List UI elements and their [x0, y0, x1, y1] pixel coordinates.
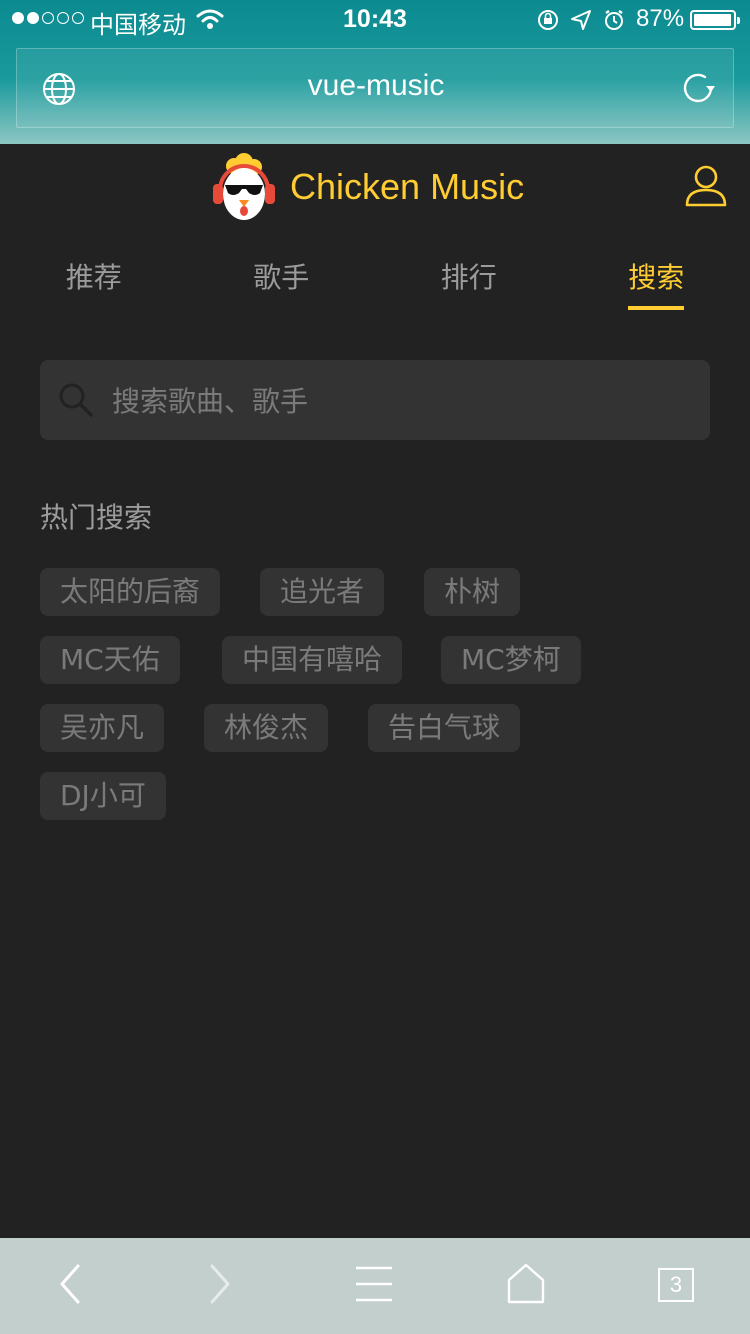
url-text[interactable]: vue-music — [17, 69, 735, 103]
battery-percentage: 87% — [636, 5, 685, 32]
tab-label: 歌手 — [253, 261, 310, 294]
hot-search-tag[interactable]: 告白气球 — [368, 704, 521, 752]
battery-icon — [690, 10, 740, 30]
tab-recommend[interactable]: 推荐 — [0, 256, 188, 316]
tab-bar: 推荐 歌手 排行 搜索 — [0, 256, 750, 316]
status-bar: 中国移动 10:43 87% — [0, 0, 750, 40]
hot-search-tag[interactable]: DJ小可 — [40, 772, 166, 820]
chicken-logo-icon — [213, 153, 275, 220]
status-icons — [538, 10, 623, 30]
tab-label: 推荐 — [65, 261, 122, 294]
hot-search-tag[interactable]: 中国有嘻哈 — [222, 636, 403, 684]
tab-rank[interactable]: 排行 — [375, 256, 563, 316]
hot-search-tag[interactable]: 太阳的后裔 — [40, 568, 221, 616]
hot-search-tag[interactable]: MC天佑 — [40, 636, 180, 684]
browser-chrome: 中国移动 10:43 87% vue-music — [0, 0, 750, 144]
user-icon[interactable] — [684, 164, 728, 208]
home-icon[interactable] — [506, 1262, 546, 1306]
tab-label: 搜索 — [628, 261, 685, 294]
hot-search-tag[interactable]: 吴亦凡 — [40, 704, 165, 752]
url-bar[interactable]: vue-music — [16, 48, 734, 128]
tab-search[interactable]: 搜索 — [563, 256, 750, 316]
tab-label: 排行 — [440, 261, 497, 294]
reload-icon[interactable] — [679, 69, 717, 107]
hot-search-title: 热门搜索 — [40, 501, 153, 534]
hot-search-tag[interactable]: 朴树 — [424, 568, 521, 616]
active-tab-indicator — [628, 306, 685, 310]
tab-singer[interactable]: 歌手 — [188, 256, 376, 316]
hot-search-tag[interactable]: 林俊杰 — [204, 704, 329, 752]
hot-search-tag[interactable]: MC梦柯 — [441, 636, 581, 684]
search-icon — [59, 383, 93, 417]
search-input[interactable] — [110, 374, 694, 428]
back-icon[interactable] — [54, 1262, 86, 1306]
hot-search-tag[interactable]: 追光者 — [260, 568, 385, 616]
app-header: Chicken Music — [0, 144, 750, 234]
search-box — [40, 360, 710, 440]
browser-toolbar: 3 — [0, 1238, 750, 1334]
brand-name: Chicken Music — [290, 166, 525, 207]
tabs-count-button[interactable]: 3 — [658, 1268, 694, 1302]
menu-icon[interactable] — [354, 1262, 394, 1306]
forward-icon[interactable] — [204, 1262, 236, 1306]
